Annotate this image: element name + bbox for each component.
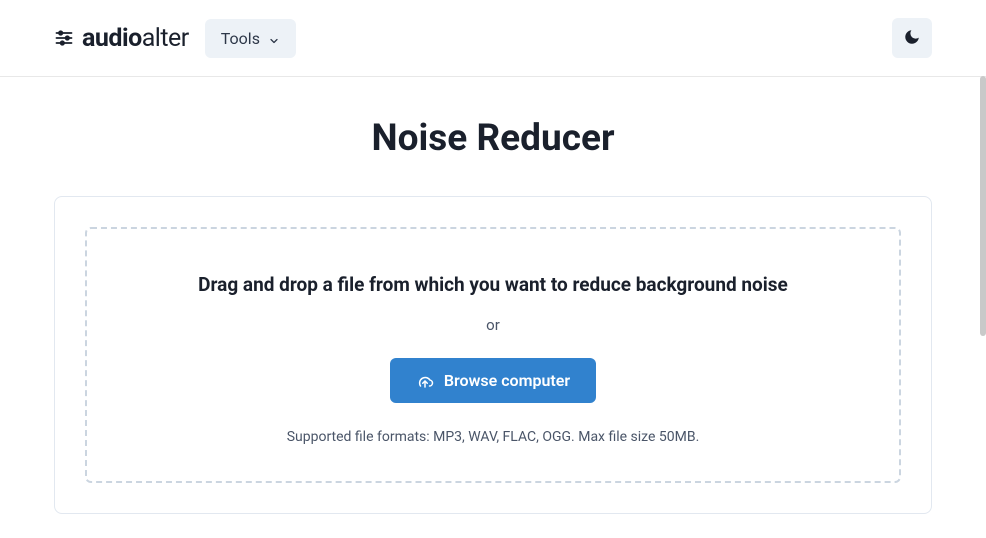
header: audioalter Tools xyxy=(0,0,986,77)
page-title: Noise Reducer xyxy=(54,117,932,160)
logo-text: audioalter xyxy=(82,24,189,53)
header-left: audioalter Tools xyxy=(54,19,296,58)
theme-toggle-button[interactable] xyxy=(892,18,932,58)
upload-card: Drag and drop a file from which you want… xyxy=(54,196,932,514)
moon-icon xyxy=(903,28,921,49)
logo[interactable]: audioalter xyxy=(54,24,189,53)
sliders-icon xyxy=(54,28,74,48)
chevron-down-icon xyxy=(268,32,280,44)
or-text: or xyxy=(107,316,879,334)
browse-label: Browse computer xyxy=(444,371,570,390)
tools-label: Tools xyxy=(221,29,260,48)
scrollbar-thumb[interactable] xyxy=(980,76,986,336)
main-content: Noise Reducer Drag and drop a file from … xyxy=(0,77,986,514)
supported-formats-text: Supported file formats: MP3, WAV, FLAC, … xyxy=(107,429,879,445)
scrollbar[interactable] xyxy=(980,0,986,538)
tools-dropdown[interactable]: Tools xyxy=(205,19,296,58)
dropzone[interactable]: Drag and drop a file from which you want… xyxy=(85,227,901,483)
browse-computer-button[interactable]: Browse computer xyxy=(390,358,596,403)
cloud-upload-icon xyxy=(416,372,434,390)
dropzone-heading: Drag and drop a file from which you want… xyxy=(107,273,879,296)
